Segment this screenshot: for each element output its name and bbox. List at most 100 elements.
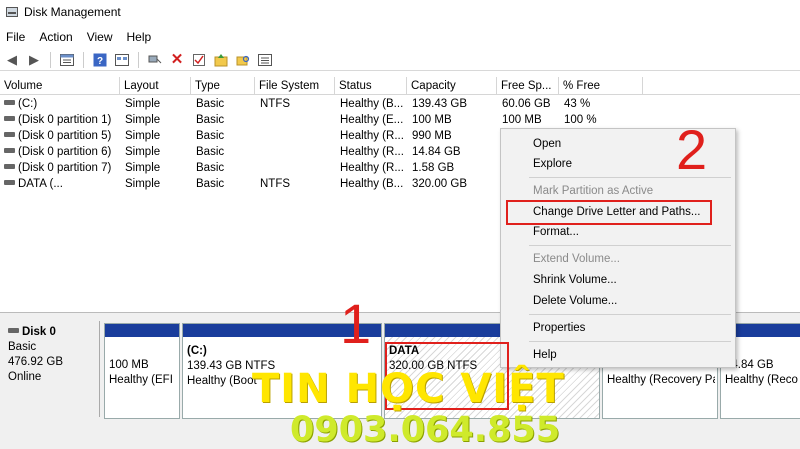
status-cell: Healthy (R... bbox=[340, 146, 404, 158]
menu-item-explore[interactable]: Explore bbox=[533, 157, 572, 171]
column-header-free-space[interactable]: Free Sp... bbox=[497, 77, 559, 95]
type-cell: Basic bbox=[196, 162, 225, 174]
capacity-cell: 100 MB bbox=[412, 114, 452, 126]
menu-file[interactable]: File bbox=[6, 30, 25, 44]
type-cell: Basic bbox=[196, 98, 225, 110]
volume-icon bbox=[4, 116, 15, 122]
type-cell: Basic bbox=[196, 146, 225, 158]
volume-cell: (Disk 0 partition 7) bbox=[0, 160, 120, 176]
console-icon[interactable] bbox=[114, 52, 130, 68]
volume-icon bbox=[4, 132, 15, 138]
window-title: Disk Management bbox=[24, 5, 121, 19]
layout-cell: Simple bbox=[125, 178, 161, 190]
volume-icon bbox=[4, 100, 15, 106]
table-row[interactable]: (C:) Simple Basic NTFS Healthy (B... 139… bbox=[0, 96, 800, 112]
free-cell: 60.06 GB bbox=[502, 98, 551, 110]
volume-cell: DATA (... bbox=[0, 176, 120, 192]
delete-icon[interactable]: ✕ bbox=[169, 52, 185, 68]
column-header-volume[interactable]: Volume bbox=[0, 77, 120, 95]
menu-help[interactable]: Help bbox=[127, 30, 152, 44]
layout-cell: Simple bbox=[125, 114, 161, 126]
disk-size: 476.92 GB bbox=[8, 356, 63, 368]
volume-icon bbox=[4, 180, 15, 186]
status-cell: Healthy (R... bbox=[340, 130, 404, 142]
column-header-filler bbox=[643, 77, 800, 95]
fs-cell: NTFS bbox=[260, 178, 291, 190]
column-header-status[interactable]: Status bbox=[335, 77, 407, 95]
menu-divider bbox=[529, 341, 731, 342]
capacity-cell: 1.58 GB bbox=[412, 162, 455, 174]
forward-icon[interactable]: ▶ bbox=[26, 52, 42, 68]
menu-item-format[interactable]: Format... bbox=[533, 225, 579, 239]
capacity-cell: 320.00 GB bbox=[412, 178, 467, 190]
status-cell: Healthy (B... bbox=[340, 98, 404, 110]
watermark-phone: 0903.064.855 bbox=[290, 410, 561, 449]
volume-icon bbox=[4, 164, 15, 170]
capacity-cell: 14.84 GB bbox=[412, 146, 461, 158]
disk-icon bbox=[8, 328, 19, 334]
type-cell: Basic bbox=[196, 130, 225, 142]
column-header-capacity[interactable]: Capacity bbox=[407, 77, 497, 95]
menu-item-properties[interactable]: Properties bbox=[533, 321, 585, 335]
volume-cell: (Disk 0 partition 5) bbox=[0, 128, 120, 144]
menu-item-mark-active: Mark Partition as Active bbox=[533, 185, 654, 197]
status-cell: Healthy (B... bbox=[340, 178, 404, 190]
column-header-file-system[interactable]: File System bbox=[255, 77, 335, 95]
step-number-2: 2 bbox=[676, 118, 708, 181]
fs-cell: NTFS bbox=[260, 98, 291, 110]
volume-icon bbox=[4, 148, 15, 154]
connect-icon[interactable] bbox=[147, 52, 163, 68]
status-cell: Healthy (E... bbox=[340, 114, 404, 126]
type-cell: Basic bbox=[196, 178, 225, 190]
highlight-change-drive-letter bbox=[506, 200, 712, 225]
step-number-1: 1 bbox=[340, 292, 372, 355]
volume-cell: (C:) bbox=[0, 96, 120, 112]
disk-management-icon bbox=[6, 7, 18, 17]
fs-cell bbox=[256, 144, 335, 160]
help-icon[interactable]: ? bbox=[92, 52, 108, 68]
column-header-percent-free[interactable]: % Free bbox=[559, 77, 643, 95]
menu-action[interactable]: Action bbox=[39, 30, 72, 44]
pct-cell: 43 % bbox=[564, 98, 591, 110]
title-bar: Disk Management bbox=[0, 0, 800, 24]
partition-efi[interactable]: 100 MB Healthy (EFI : bbox=[104, 323, 180, 419]
fs-cell bbox=[256, 128, 335, 144]
toolbar-divider bbox=[138, 51, 139, 68]
type-cell: Basic bbox=[196, 114, 225, 126]
search-folder-icon[interactable] bbox=[235, 52, 251, 68]
disk-type: Basic bbox=[8, 341, 37, 353]
menu-item-shrink-volume[interactable]: Shrink Volume... bbox=[533, 273, 617, 287]
status-cell: Healthy (R... bbox=[340, 162, 404, 174]
menu-bar: File Action View Help bbox=[0, 26, 800, 48]
menu-item-open[interactable]: Open bbox=[533, 137, 561, 151]
column-header-layout[interactable]: Layout bbox=[120, 77, 191, 95]
layout-cell: Simple bbox=[125, 130, 161, 142]
free-cell: 100 MB bbox=[502, 114, 542, 126]
fs-cell bbox=[256, 160, 335, 176]
partition-status: Healthy (EFI : bbox=[109, 374, 177, 386]
toolbar-divider bbox=[83, 51, 84, 68]
column-header-type[interactable]: Type bbox=[191, 77, 255, 95]
partition-status: Healthy (Recovery Pa bbox=[607, 374, 715, 386]
list-icon[interactable] bbox=[257, 52, 273, 68]
toolbar-divider bbox=[50, 51, 51, 68]
capacity-cell: 990 MB bbox=[412, 130, 452, 142]
folder-up-icon[interactable] bbox=[213, 52, 229, 68]
properties-icon[interactable] bbox=[59, 52, 75, 68]
partition-size: 100 MB bbox=[109, 359, 149, 371]
disk-0-label[interactable]: Disk 0 Basic 476.92 GB Online bbox=[4, 321, 100, 417]
disk-name: Disk 0 bbox=[8, 325, 95, 340]
menu-view[interactable]: View bbox=[87, 30, 113, 44]
fs-cell bbox=[256, 112, 335, 128]
volume-cell: (Disk 0 partition 6) bbox=[0, 144, 120, 160]
menu-item-extend-volume: Extend Volume... bbox=[533, 253, 620, 265]
partition-status: Healthy (Recov bbox=[725, 374, 798, 386]
menu-item-delete-volume[interactable]: Delete Volume... bbox=[533, 294, 617, 308]
disk-state: Online bbox=[8, 371, 42, 383]
check-icon[interactable] bbox=[191, 52, 207, 68]
layout-cell: Simple bbox=[125, 98, 161, 110]
menu-item-help[interactable]: Help bbox=[533, 348, 557, 362]
back-icon[interactable]: ◀ bbox=[4, 52, 20, 68]
layout-cell: Simple bbox=[125, 162, 161, 174]
pct-cell: 100 % bbox=[564, 114, 597, 126]
